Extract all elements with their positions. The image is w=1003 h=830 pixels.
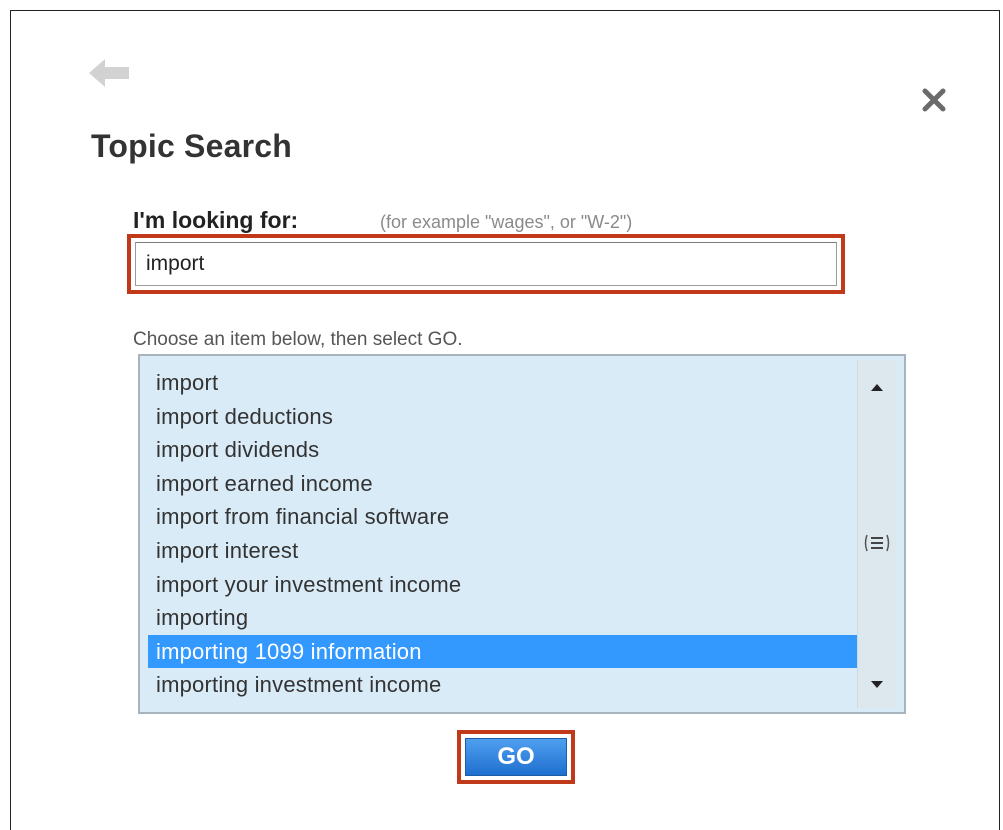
list-item[interactable]: import deductions bbox=[148, 400, 858, 434]
search-input-highlight bbox=[127, 234, 845, 294]
list-item[interactable]: import bbox=[148, 366, 858, 400]
list-item[interactable]: import your investment income bbox=[148, 568, 858, 602]
list-item[interactable]: import interest bbox=[148, 534, 858, 568]
go-button[interactable]: GO bbox=[465, 738, 567, 776]
results-instruction: Choose an item below, then select GO. bbox=[133, 329, 463, 350]
topic-results-items: import import deductions import dividends i… bbox=[148, 366, 858, 702]
search-input[interactable] bbox=[135, 242, 837, 286]
scroll-up-arrow-icon[interactable] bbox=[858, 372, 896, 402]
go-button-highlight: GO bbox=[457, 730, 575, 784]
scroll-thumb-grip-icon[interactable] bbox=[862, 532, 892, 554]
list-scrollbar[interactable] bbox=[857, 360, 896, 708]
back-arrow-icon[interactable] bbox=[85, 55, 135, 91]
topic-results-list[interactable]: import import deductions import dividends i… bbox=[138, 354, 906, 714]
dialog-title: Topic Search bbox=[91, 128, 292, 164]
list-item[interactable]: import dividends bbox=[148, 433, 858, 467]
scroll-down-arrow-icon[interactable] bbox=[858, 670, 896, 700]
list-item[interactable]: import earned income bbox=[148, 467, 858, 501]
list-item[interactable]: import from financial software bbox=[148, 500, 858, 534]
close-icon[interactable] bbox=[918, 84, 950, 116]
list-item[interactable]: importing investment income bbox=[148, 668, 858, 702]
search-label: I'm looking for: bbox=[133, 207, 299, 233]
search-hint: (for example "wages", or "W-2") bbox=[380, 212, 633, 232]
list-item-selected[interactable]: importing 1099 information bbox=[148, 634, 858, 669]
list-item[interactable]: importing bbox=[148, 601, 858, 635]
